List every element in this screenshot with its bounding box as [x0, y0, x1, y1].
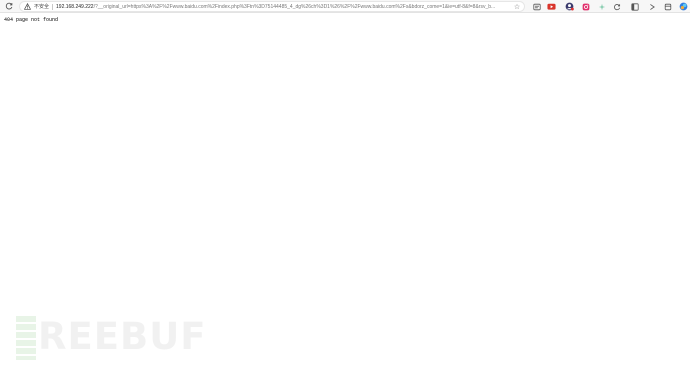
puzzle-icon[interactable]: [663, 2, 672, 11]
copilot-icon[interactable]: [679, 2, 688, 11]
sync-icon[interactable]: [612, 2, 621, 11]
url-host: 192.168.249.222: [56, 3, 94, 10]
freebuf-watermark: REEBUF: [16, 316, 216, 360]
warning-icon[interactable]: [23, 2, 32, 11]
downloads-icon[interactable]: [647, 2, 656, 11]
reader-icon[interactable]: [532, 2, 541, 11]
browser-window: 不安全 192.168.249.222/?__original_url=http…: [0, 0, 690, 367]
watermark-logo-mark: [16, 316, 36, 360]
address-bar[interactable]: 不安全 192.168.249.222/?__original_url=http…: [19, 1, 525, 12]
browser-toolbar: 不安全 192.168.249.222/?__original_url=http…: [0, 0, 690, 13]
instagram-ext-icon[interactable]: [581, 2, 590, 11]
page-content: 404 page not found: [4, 17, 58, 23]
account-ext-icon[interactable]: [565, 2, 574, 11]
security-label[interactable]: 不安全: [34, 3, 49, 10]
url-path: /?__original_url=https%3A%2F%2Fwww.baidu…: [93, 3, 496, 10]
error-message: 404 page not found: [4, 17, 59, 23]
sparkle-icon[interactable]: [597, 2, 606, 11]
url-text[interactable]: 192.168.249.222/?__original_url=https%3A…: [56, 4, 512, 10]
bookmark-star-icon[interactable]: ☆: [512, 3, 522, 11]
reload-icon[interactable]: [2, 0, 16, 13]
collections-icon[interactable]: [630, 2, 639, 11]
youtube-ext-icon[interactable]: [547, 2, 556, 11]
address-separator: [52, 3, 54, 10]
watermark-text: REEBUF: [38, 315, 207, 358]
